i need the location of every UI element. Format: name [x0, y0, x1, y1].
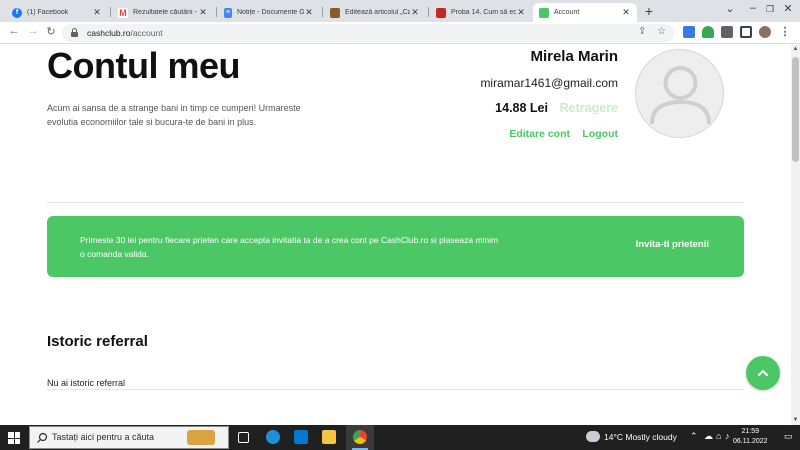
user-email: miramar1461@gmail.com: [480, 76, 618, 90]
tab-title: Proba 14. Cum să ecc: [451, 9, 516, 16]
network-icon[interactable]: ⌂: [716, 431, 721, 441]
puzzle-extensions-icon[interactable]: [721, 26, 733, 38]
tab-article-editor[interactable]: Editează articolul „Ca ✕: [324, 3, 426, 22]
address-bar[interactable]: cashclub.ro/account ⇪ ☆: [62, 24, 674, 42]
windows-start-icon[interactable]: [8, 432, 20, 444]
new-tab-button[interactable]: +: [641, 3, 657, 19]
search-highlight-icon[interactable]: [187, 430, 215, 445]
onedrive-icon[interactable]: ☁: [704, 431, 713, 442]
page-content: Contul meu Acum ai sansa de a strange ba…: [0, 45, 800, 425]
section-divider: [47, 202, 744, 203]
profile-avatar[interactable]: [759, 26, 771, 38]
file-explorer-icon[interactable]: [322, 430, 336, 444]
chevron-down-icon[interactable]: ⌄: [720, 2, 740, 15]
google-docs-icon: ≡: [224, 7, 232, 18]
taskbar-clock[interactable]: 21:59 06.11.2022: [733, 427, 768, 447]
tab-title: (1) Facebook: [27, 9, 69, 16]
logout-link[interactable]: Logout: [582, 128, 618, 140]
close-icon[interactable]: ✕: [92, 7, 102, 18]
tab-title: Account: [554, 9, 580, 16]
browser-toolbar: ← → ↻ cashclub.ro/account ⇪ ☆ ⋮: [0, 22, 800, 44]
scroll-up-arrow-icon[interactable]: ▲: [792, 46, 799, 53]
microsoft-store-icon[interactable]: [294, 430, 308, 444]
edit-account-link[interactable]: Editare cont: [509, 128, 570, 140]
close-icon[interactable]: ✕: [198, 7, 208, 18]
more-menu-icon[interactable]: ⋮: [778, 25, 792, 38]
chevron-up-tray-icon[interactable]: ⌃: [690, 431, 698, 442]
weather-desc: Mostly cloudy: [625, 432, 677, 442]
weather-temp: 14°C: [604, 432, 623, 442]
close-icon[interactable]: ✕: [516, 7, 526, 18]
volume-icon[interactable]: ♪: [725, 431, 730, 441]
search-icon: [37, 432, 48, 443]
avatar[interactable]: [635, 49, 724, 138]
tab-account[interactable]: Account ✕: [533, 3, 637, 22]
taskbar-search-box[interactable]: Tastați aici pentru a căuta: [29, 426, 229, 449]
notifications-icon[interactable]: ▭: [784, 431, 793, 442]
restore-button[interactable]: ❐: [760, 4, 780, 15]
tab-title: Notițe - Documente G: [237, 9, 304, 16]
intro-text: Acum ai sansa de a strange bani in timp …: [47, 103, 301, 127]
browser-tab-strip: f (1) Facebook ✕ M Rezultatele căutării …: [0, 0, 800, 22]
chevron-up-icon: [758, 370, 768, 376]
translate-extension-icon[interactable]: [683, 26, 695, 38]
tab-gmail[interactable]: M Rezultatele căutării - ✕: [112, 3, 214, 22]
invite-friends-button[interactable]: Invita-ti prietenii: [636, 239, 709, 250]
share-icon[interactable]: ⇪: [638, 26, 646, 37]
referral-text: Primeste 30 lei pentru fiecare prieten c…: [80, 235, 499, 259]
scrollbar-thumb[interactable]: [792, 57, 799, 162]
scroll-down-arrow-icon[interactable]: ▼: [792, 417, 799, 424]
facebook-icon: f: [12, 7, 22, 18]
url-path: /account: [130, 28, 163, 38]
tab-separator: [322, 7, 323, 17]
edge-icon[interactable]: [266, 430, 280, 444]
lock-icon: [71, 28, 78, 37]
side-panel-icon[interactable]: [740, 26, 752, 38]
referral-banner: Primeste 30 lei pentru fiecare prieten c…: [47, 216, 744, 277]
article-editor-icon: [330, 7, 340, 18]
tab-title: Editează articolul „Ca: [345, 9, 410, 16]
balance-amount: 14.88 Lei: [495, 101, 548, 115]
tab-separator: [110, 7, 111, 17]
tab-facebook[interactable]: f (1) Facebook ✕: [6, 3, 108, 22]
chrome-icon[interactable]: [353, 430, 367, 444]
android-extension-icon[interactable]: [702, 26, 714, 38]
user-name: Mirela Marin: [530, 48, 618, 65]
tab-separator: [428, 7, 429, 17]
user-placeholder-icon: [650, 66, 711, 125]
gmail-icon: M: [118, 7, 128, 18]
window-close-button[interactable]: ✕: [778, 2, 798, 15]
url-host: cashclub.ro: [87, 28, 131, 38]
forward-arrow-icon[interactable]: →: [26, 25, 40, 37]
clock-time: 21:59: [741, 428, 760, 435]
withdraw-button[interactable]: Retragere: [560, 101, 618, 115]
scroll-to-top-button[interactable]: [746, 356, 780, 390]
star-icon[interactable]: ☆: [657, 26, 666, 37]
close-icon[interactable]: ✕: [410, 7, 420, 18]
search-placeholder: Tastați aici pentru a căuta: [52, 432, 155, 442]
back-arrow-icon[interactable]: ←: [7, 25, 21, 37]
weather-cloud-icon[interactable]: [586, 431, 600, 442]
tab-title: Rezultatele căutării -: [133, 9, 197, 16]
history-divider: [47, 389, 744, 390]
weather-widget[interactable]: 14°C Mostly cloudy: [604, 432, 677, 442]
url-text[interactable]: cashclub.ro/account: [87, 28, 163, 38]
reload-icon[interactable]: ↻: [44, 25, 58, 38]
tab-separator: [216, 7, 217, 17]
page-title: Contul meu: [47, 45, 240, 86]
bookmark-icon: [436, 7, 446, 18]
tab-google-docs[interactable]: ≡ Notițe - Documente G ✕: [218, 3, 320, 22]
tab-proba[interactable]: Proba 14. Cum să ecc ✕: [430, 3, 532, 22]
referral-history-title: Istoric referral: [47, 333, 148, 350]
close-icon[interactable]: ✕: [621, 7, 631, 18]
cashclub-icon: [539, 7, 549, 18]
windows-taskbar: Tastați aici pentru a căuta 14°C Mostly …: [0, 425, 800, 450]
referral-history-empty: Nu ai istoric referral: [47, 378, 126, 388]
close-icon[interactable]: ✕: [304, 7, 314, 18]
clock-date: 06.11.2022: [733, 438, 768, 445]
task-view-icon[interactable]: [238, 432, 249, 443]
